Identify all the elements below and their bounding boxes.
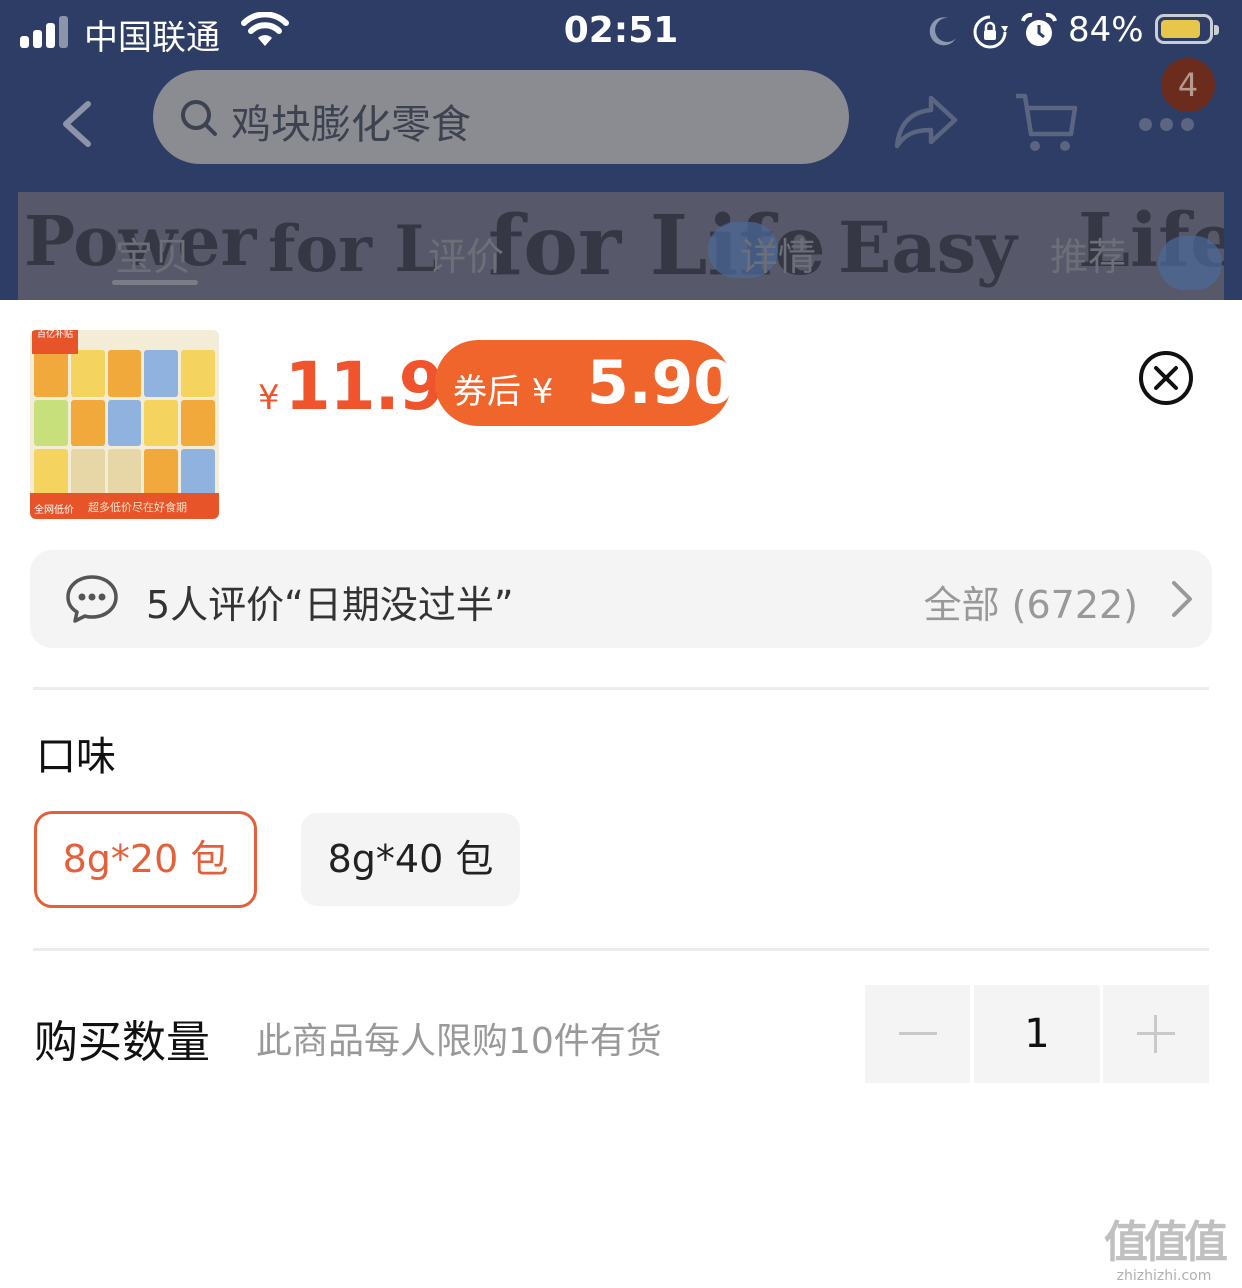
- orientation-lock-icon: [973, 15, 1008, 49]
- dimmed-page-background[interactable]: 中国联通 02:51 84% 鸡块膨化零食 4 Power for L for …: [0, 0, 1242, 300]
- coupon-price-badge: 券后 ¥ 5.90: [435, 340, 735, 426]
- chevron-right-icon: [1172, 581, 1192, 617]
- cart-icon[interactable]: [1013, 90, 1079, 156]
- coupon-label: 券后 ¥: [453, 372, 554, 412]
- search-input[interactable]: 鸡块膨化零食: [231, 92, 471, 150]
- cart-count-badge: 4: [1161, 58, 1215, 112]
- review-summary-bar[interactable]: 5人评价“日期没过半” 全部 (6722): [30, 550, 1212, 648]
- more-menu-icon[interactable]: [1135, 108, 1199, 138]
- alarm-icon: [1021, 12, 1057, 46]
- active-tab-indicator: [112, 280, 198, 285]
- divider: [33, 948, 1209, 951]
- thumbnail-corner-label: 全网低价: [34, 505, 74, 516]
- thumbnail-tag: 百亿补贴: [32, 330, 78, 354]
- flavor-option-8g-40[interactable]: 8g*40 包: [301, 813, 520, 906]
- price-currency: ¥: [258, 378, 280, 418]
- watermark-logo: 值值值 zhizhizhi.com: [1094, 1206, 1234, 1284]
- quantity-value[interactable]: 1: [974, 985, 1100, 1083]
- close-icon[interactable]: [1138, 350, 1194, 406]
- tab-details[interactable]: 详情: [740, 226, 816, 281]
- price-value: 11.9: [284, 348, 445, 425]
- price: ¥ 11.9: [258, 348, 445, 425]
- divider: [33, 687, 1209, 690]
- quantity-decrement-button[interactable]: [865, 985, 970, 1083]
- quantity-title: 购买数量: [34, 1017, 210, 1068]
- share-icon[interactable]: [893, 92, 959, 152]
- do-not-disturb-icon: [929, 17, 956, 46]
- tab-recommend[interactable]: 推荐: [1050, 226, 1126, 281]
- flavor-option-8g-20[interactable]: 8g*20 包: [34, 811, 257, 908]
- tab-baobei[interactable]: 宝贝: [115, 226, 191, 281]
- navigation-bar: 鸡块膨化零食: [0, 64, 1242, 192]
- quantity-increment-button[interactable]: [1103, 985, 1209, 1083]
- search-icon: [181, 100, 217, 136]
- chat-bubble-icon: [66, 575, 118, 623]
- flavor-section-title: 口味: [36, 734, 116, 780]
- back-arrow-icon[interactable]: [50, 94, 110, 154]
- search-bar[interactable]: 鸡块膨化零食: [153, 70, 849, 164]
- battery-percentage: 84%: [1068, 10, 1144, 50]
- sku-selection-sheet: 百亿补贴 全网低价 超多低价尽在好食期 ¥ 11.9 券后 ¥ 5.90 5人评…: [0, 300, 1242, 1288]
- all-reviews-link[interactable]: 全部 (6722): [924, 574, 1138, 629]
- product-banner-image: Power for L for Life Easy Life: [18, 192, 1224, 300]
- review-summary-text: 5人评价“日期没过半”: [146, 583, 514, 627]
- quantity-limit-hint: 此商品每人限购10件有货: [256, 1021, 662, 1062]
- tab-reviews[interactable]: 评价: [428, 226, 504, 281]
- watermark-mark: 值值值: [1104, 1217, 1228, 1268]
- thumbnail-footer: 超多低价尽在好食期: [88, 501, 187, 514]
- status-bar: 中国联通 02:51 84%: [0, 0, 1242, 64]
- watermark-domain: zhizhizhi.com: [1116, 1268, 1212, 1284]
- product-thumbnail[interactable]: 百亿补贴 全网低价 超多低价尽在好食期: [30, 330, 219, 519]
- battery-icon: [1155, 14, 1219, 44]
- coupon-price: 5.90: [587, 348, 736, 418]
